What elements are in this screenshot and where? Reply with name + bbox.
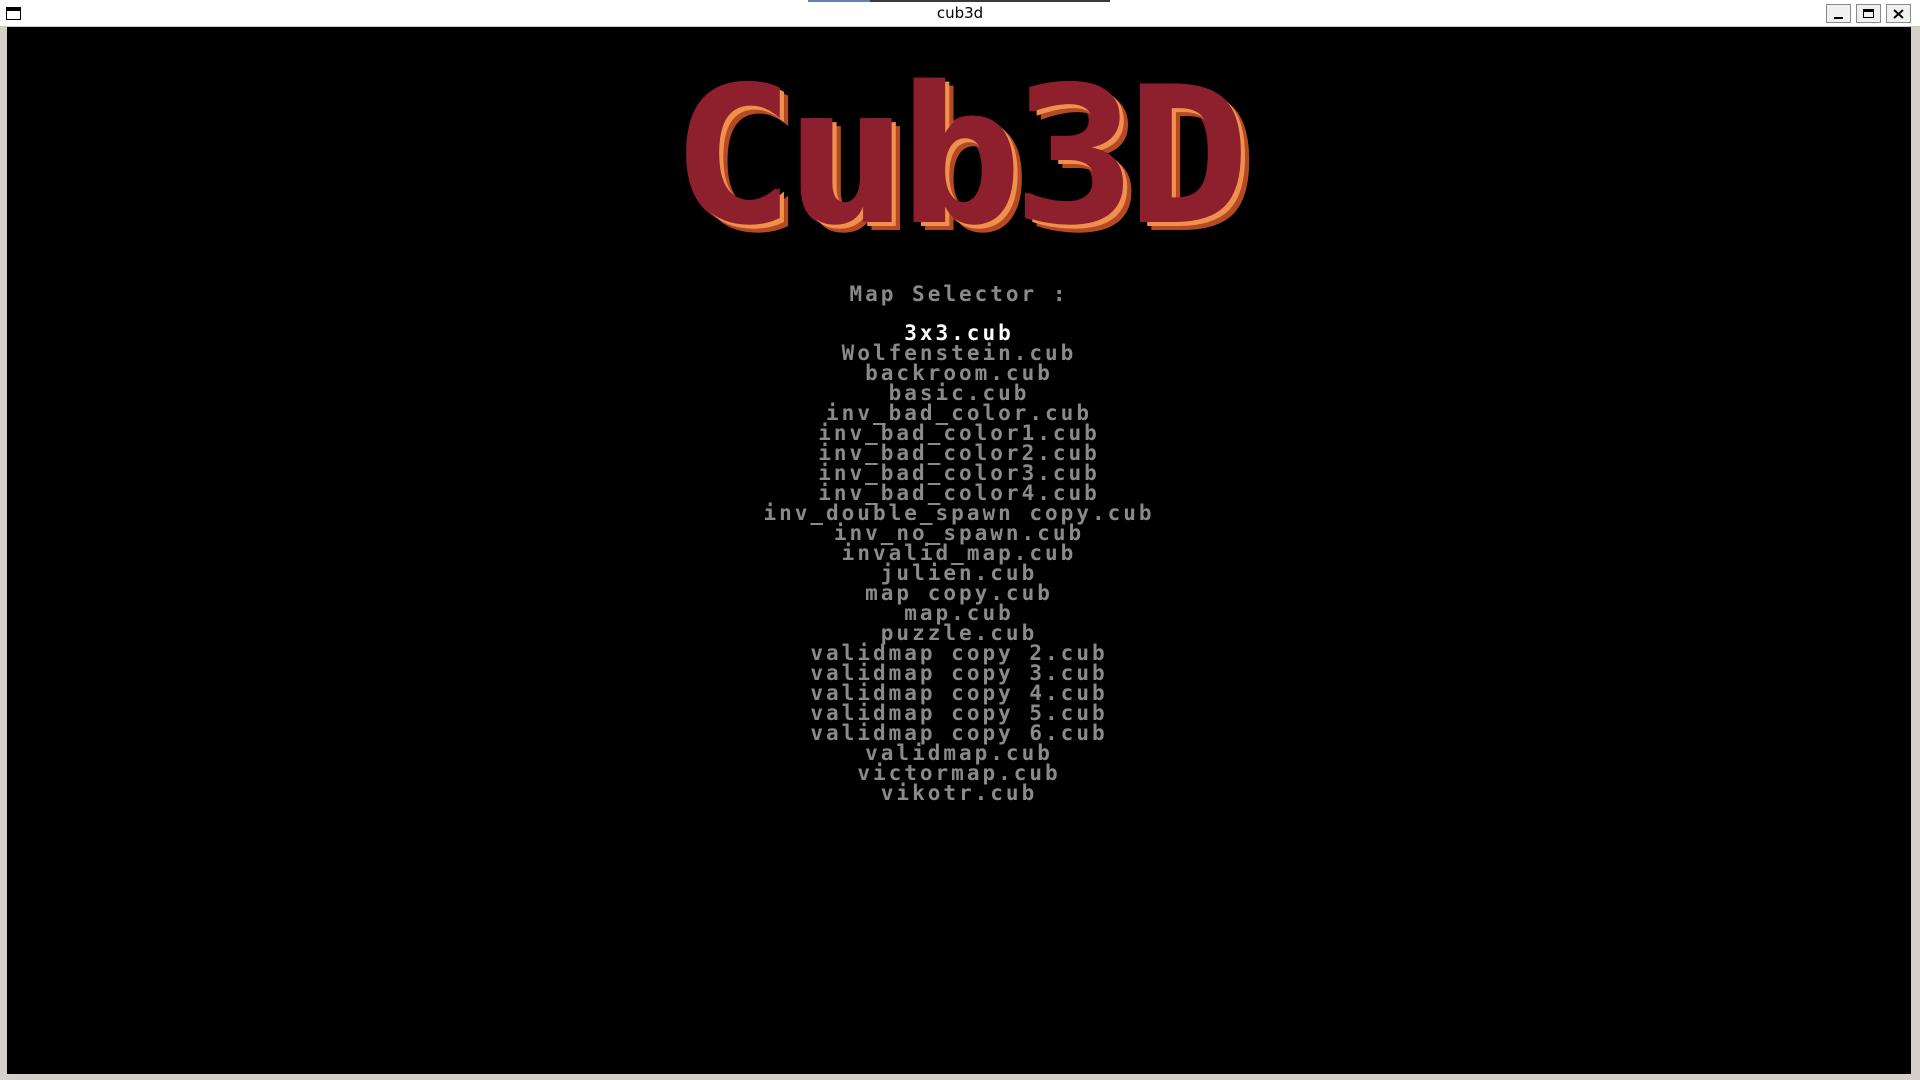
- map-item[interactable]: vikotr.cub: [7, 783, 1911, 804]
- map-item[interactable]: inv_bad_color4.cub: [7, 483, 1911, 504]
- map-item[interactable]: julien.cub: [7, 563, 1911, 584]
- map-item[interactable]: Wolfenstein.cub: [7, 343, 1911, 364]
- map-item-selected[interactable]: 3x3.cub: [7, 323, 1911, 344]
- maximize-button[interactable]: [1856, 4, 1881, 23]
- map-item[interactable]: inv_bad_color3.cub: [7, 463, 1911, 484]
- map-item[interactable]: inv_double_spawn copy.cub: [7, 503, 1911, 524]
- map-item[interactable]: validmap copy 4.cub: [7, 683, 1911, 704]
- map-item[interactable]: inv_bad_color2.cub: [7, 443, 1911, 464]
- map-item[interactable]: validmap copy 5.cub: [7, 703, 1911, 724]
- logo-container: Cub3D: [7, 46, 1911, 267]
- map-list: 3x3.cub Wolfenstein.cub backroom.cub basic.…: [7, 323, 1911, 804]
- close-button[interactable]: [1886, 4, 1911, 23]
- game-viewport[interactable]: Cub3D Map Selector : 3x3.cub Wolfenstein.…: [7, 27, 1911, 1074]
- map-item[interactable]: inv_bad_color1.cub: [7, 423, 1911, 444]
- minimize-button[interactable]: [1826, 4, 1851, 23]
- title-bar[interactable]: cub3d: [0, 0, 1920, 27]
- map-item[interactable]: validmap copy 6.cub: [7, 723, 1911, 744]
- window-title: cub3d: [936, 4, 984, 22]
- map-item[interactable]: puzzle.cub: [7, 623, 1911, 644]
- map-item[interactable]: validmap.cub: [7, 743, 1911, 764]
- map-item[interactable]: basic.cub: [7, 383, 1911, 404]
- map-item[interactable]: invalid_map.cub: [7, 543, 1911, 564]
- map-item[interactable]: inv_bad_color.cub: [7, 403, 1911, 424]
- close-icon: [1893, 9, 1904, 19]
- map-item[interactable]: validmap copy 3.cub: [7, 663, 1911, 684]
- map-item[interactable]: map copy.cub: [7, 583, 1911, 604]
- game-window: cub3d Cub3D Map Selector : 3x3.cub Wolfen…: [0, 0, 1920, 1080]
- map-item[interactable]: backroom.cub: [7, 363, 1911, 384]
- game-logo: Cub3D: [674, 46, 1249, 267]
- map-item[interactable]: victormap.cub: [7, 763, 1911, 784]
- map-item[interactable]: inv_no_spawn.cub: [7, 523, 1911, 544]
- menu-title: Map Selector :: [849, 282, 1069, 306]
- map-item[interactable]: map.cub: [7, 603, 1911, 624]
- map-item[interactable]: validmap copy 2.cub: [7, 643, 1911, 664]
